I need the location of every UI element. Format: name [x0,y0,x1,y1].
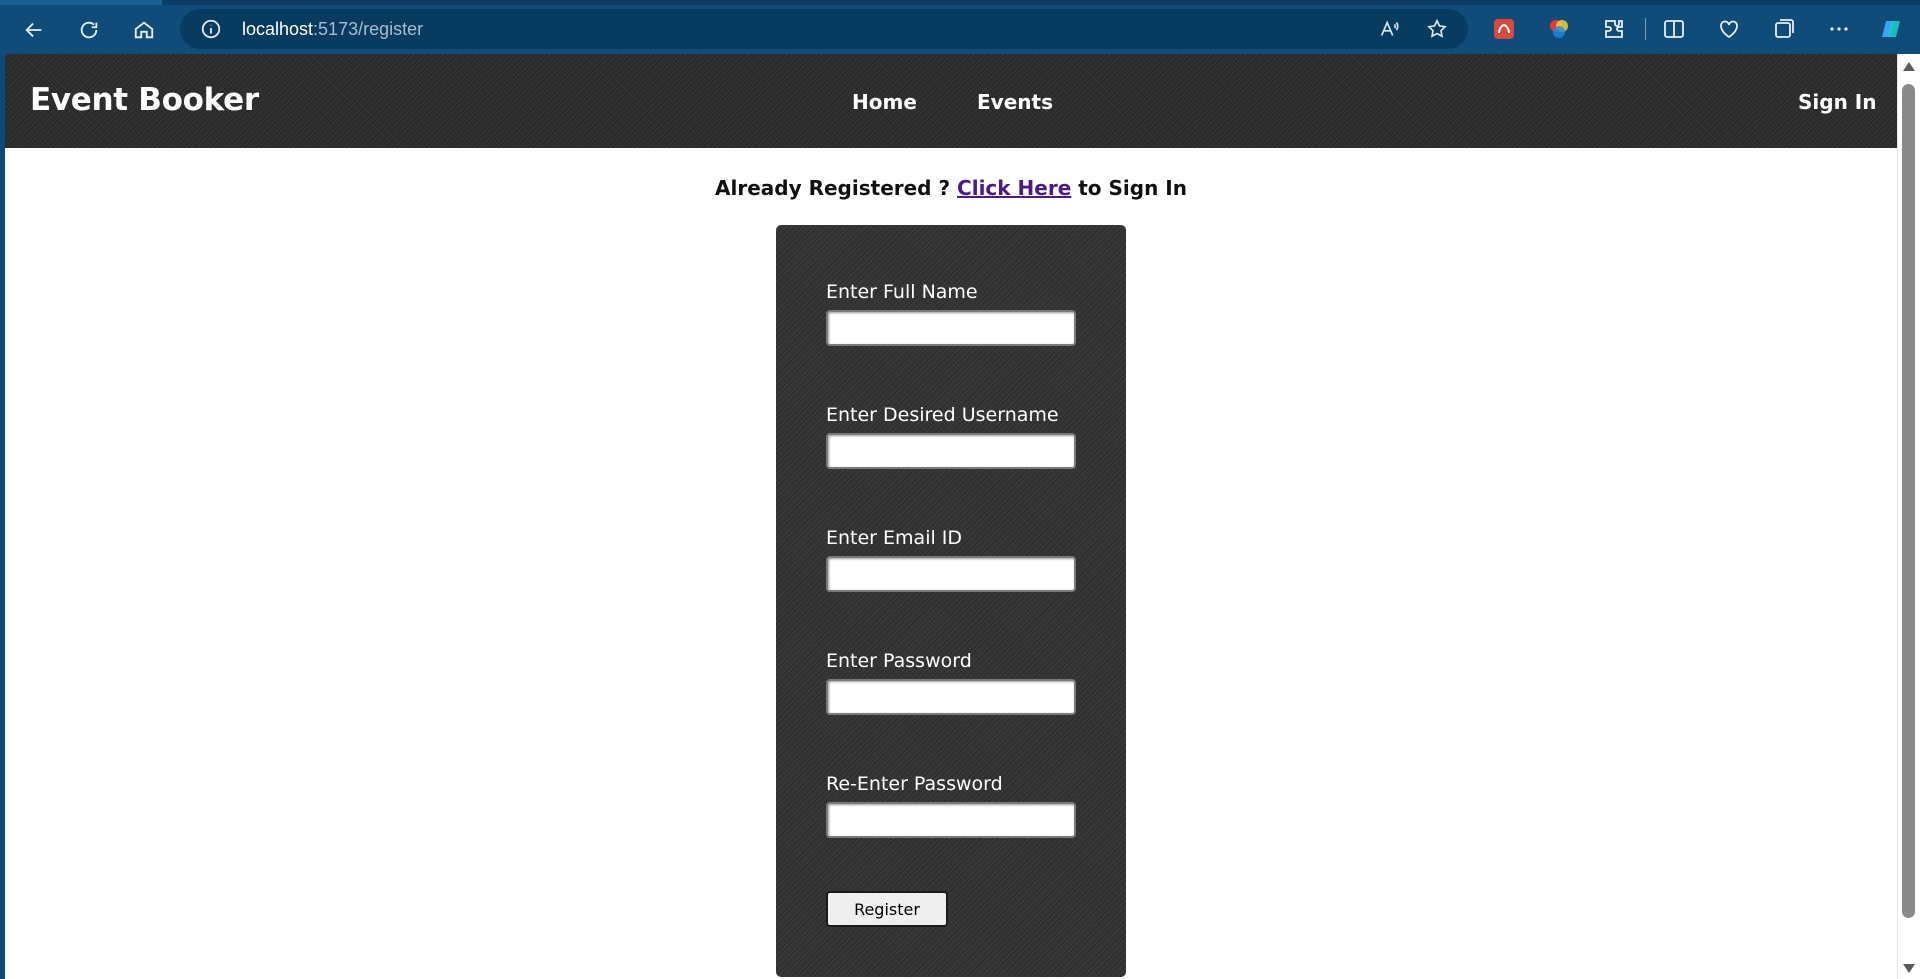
scroll-up-arrow-icon[interactable] [1903,62,1915,71]
collections-icon[interactable] [1770,15,1798,43]
prompt-prefix: Already Registered ? [715,176,958,200]
brand-logo-text[interactable]: Event Booker [30,82,259,118]
toolbar-separator [1645,18,1646,40]
split-screen-icon[interactable] [1660,15,1688,43]
page-viewport: Event Booker Home Events Sign In Already… [5,54,1897,979]
nav-sign-in-link[interactable]: Sign In [1798,90,1876,114]
copilot-icon[interactable] [1878,15,1906,43]
username-label: Enter Desired Username [826,404,1059,426]
confirm-password-label: Re-Enter Password [826,773,1003,795]
password-label: Enter Password [826,650,972,672]
nav-events-link[interactable]: Events [977,90,1053,114]
confirm-password-input[interactable] [826,802,1076,838]
password-input[interactable] [826,679,1076,715]
read-aloud-icon[interactable] [1378,18,1400,40]
register-form: Enter Full Name Enter Desired Username E… [776,225,1126,977]
color-picker-icon[interactable] [1545,15,1573,43]
email-input[interactable] [826,556,1076,592]
username-input[interactable] [826,433,1076,469]
already-registered-prompt: Already Registered ? Click Here to Sign … [5,176,1897,200]
extensions-puzzle-icon[interactable] [1600,15,1628,43]
sign-in-link[interactable]: Click Here [957,176,1071,200]
tab-strip [0,0,1920,5]
prompt-suffix: to Sign In [1071,176,1187,200]
email-label: Enter Email ID [826,527,963,549]
page-scrollbar[interactable] [1897,54,1920,979]
extension-red-icon[interactable] [1490,15,1518,43]
scrollbar-thumb[interactable] [1902,84,1915,918]
active-tab-indicator[interactable] [0,0,162,5]
favorite-star-icon[interactable] [1426,18,1448,40]
refresh-icon[interactable] [71,12,107,48]
more-options-icon[interactable] [1825,15,1853,43]
full-name-input[interactable] [826,310,1076,346]
full-name-label: Enter Full Name [826,281,978,303]
address-bar[interactable]: localhost:5173/register [180,9,1468,49]
browser-essentials-icon[interactable] [1715,15,1743,43]
back-icon[interactable] [16,12,52,48]
register-button[interactable]: Register [826,891,948,927]
home-icon[interactable] [126,12,162,48]
address-url[interactable]: localhost:5173/register [242,19,423,40]
browser-toolbar: localhost:5173/register [0,0,1920,56]
nav-home-link[interactable]: Home [852,90,917,114]
site-info-icon[interactable] [200,18,222,40]
scroll-down-arrow-icon[interactable] [1903,964,1915,973]
app-header: Event Booker Home Events Sign In [5,54,1897,148]
